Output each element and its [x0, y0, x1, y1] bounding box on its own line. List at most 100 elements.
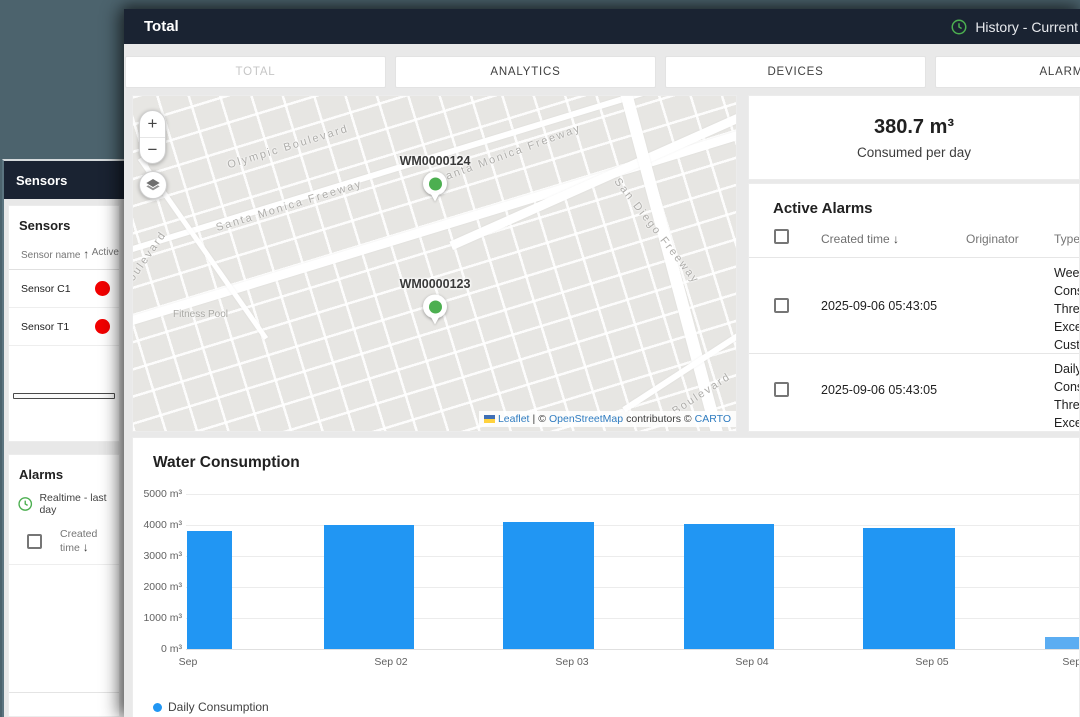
- tab-total[interactable]: TOTAL: [125, 56, 386, 88]
- marker-status-green: [428, 177, 442, 190]
- tab-analytics[interactable]: ANALYTICS: [395, 56, 656, 88]
- time-window-button[interactable]: History - Current: [950, 18, 1080, 36]
- layers-icon: [146, 179, 160, 191]
- sensors-window: Sensors Sensors Sensor name ↑ Active Sen…: [2, 159, 124, 717]
- poi-label-fitness-pool: Fitness Pool: [173, 309, 229, 320]
- originator-column-header[interactable]: Originator: [966, 232, 1019, 246]
- consumed-per-day-widget: 380.7 m³ Consumed per day: [748, 95, 1080, 180]
- tab-devices[interactable]: DEVICES: [665, 56, 926, 88]
- divider: [9, 692, 119, 693]
- chart-title: Water Consumption: [153, 454, 300, 471]
- x-tick-label: Sep 04: [735, 656, 769, 668]
- x-tick-label: Sep 05: [915, 656, 949, 668]
- sensor-rows: Sensor C1 Sensor T1: [9, 270, 119, 346]
- sensor-name: Sensor C1: [21, 282, 71, 295]
- street-label-boulevard-left: Boulevard: [132, 228, 170, 292]
- sensor-row[interactable]: Sensor T1: [9, 308, 119, 346]
- marker-label: WM0000124: [399, 154, 471, 168]
- marker-status-green: [428, 300, 442, 313]
- time-window-label: History - Current: [975, 18, 1078, 35]
- created-time-column-header[interactable]: Created time ↓: [60, 528, 119, 554]
- alarm-type: WeeklyConsumptionThresholdExceededCustom: [1054, 266, 1080, 352]
- sensor-name-column-header[interactable]: Sensor name ↑: [21, 247, 92, 261]
- created-time-column-header[interactable]: Created time ↓: [821, 232, 899, 246]
- horizontal-scrollbar[interactable]: [13, 393, 115, 399]
- map-layers-button[interactable]: [139, 171, 167, 199]
- alarm-created-time: 2025-09-06 05:43:05: [821, 299, 938, 313]
- realtime-range-label: Realtime - last day: [39, 492, 107, 516]
- map-widget[interactable]: Olympic Boulevard Santa Monica Freeway S…: [132, 95, 737, 432]
- sensors-card: Sensors Sensor name ↑ Active Sensor C1 Se…: [8, 205, 120, 442]
- water-consumption-widget: Water Consumption 5000 m³ 4000 m³ 3000 m³ 2…: [132, 437, 1080, 717]
- leaflet-link[interactable]: Leaflet: [498, 413, 530, 425]
- consumed-label: Consumed per day: [856, 144, 972, 160]
- zoom-in-button[interactable]: +: [140, 111, 165, 138]
- legend-label: Daily Consumption: [168, 700, 269, 714]
- chart-bar[interactable]: [684, 524, 774, 649]
- chart-bar[interactable]: [324, 525, 414, 649]
- consumed-value: 380.7 m³: [873, 115, 955, 138]
- x-tick-label: Sep: [178, 656, 198, 668]
- select-all-checkbox[interactable]: [774, 229, 789, 244]
- chart-bar[interactable]: [503, 521, 594, 649]
- select-all-checkbox[interactable]: [27, 533, 42, 549]
- y-tick-label: 2000 m³: [143, 581, 182, 593]
- street-label-olympic: Olympic Boulevard: [226, 122, 351, 172]
- sensor-active-status-icon: [95, 319, 110, 334]
- map-marker-wm0000124[interactable]: [423, 171, 447, 203]
- y-tick-label: 0 m³: [161, 643, 182, 655]
- type-column-header[interactable]: Type: [1054, 232, 1079, 246]
- x-tick-label: Sep 06: [1062, 656, 1080, 668]
- dashboard-window: Total History - Current TOTAL ANALYTICS DE…: [124, 9, 1080, 717]
- chart-bar[interactable]: [1045, 637, 1079, 649]
- dashboard-title: Total: [144, 18, 179, 35]
- alarm-row[interactable]: 2025-09-06 05:43:05 WeeklyConsumptionThre…: [749, 257, 1079, 353]
- map-marker-wm0000123[interactable]: [423, 294, 447, 326]
- chart-bar[interactable]: [187, 531, 232, 649]
- map-attribution: Leaflet | © OpenStreetMap contributors ©…: [478, 411, 736, 427]
- carto-link[interactable]: CARTO: [695, 413, 731, 425]
- sort-desc-icon: ↓: [82, 540, 89, 554]
- alarm-row[interactable]: 2025-09-06 05:43:05 DailyConsumptionThres…: [749, 353, 1080, 431]
- contributors-text: contributors ©: [626, 413, 692, 425]
- alarm-row-checkbox[interactable]: [774, 382, 789, 397]
- sensors-window-title: Sensors: [16, 172, 68, 188]
- tab-alarms[interactable]: ALARMS: [935, 56, 1080, 88]
- sensors-card-title: Sensors: [19, 218, 71, 233]
- sensors-table-header: Sensor name ↑ Active: [9, 233, 119, 270]
- osm-link[interactable]: OpenStreetMap: [549, 413, 623, 425]
- active-column-header[interactable]: Active: [92, 247, 119, 261]
- x-tick-label: Sep 03: [555, 656, 589, 668]
- chart-bar[interactable]: [863, 528, 955, 649]
- realtime-range[interactable]: Realtime - last day: [9, 482, 119, 516]
- alarm-type: DailyConsumptionThresholdExceeded: [1054, 362, 1080, 430]
- alarm-row-checkbox[interactable]: [774, 298, 789, 313]
- sort-desc-icon: ↓: [893, 232, 900, 246]
- marker-label: WM0000123: [399, 277, 471, 291]
- attribution-separator: |: [532, 413, 536, 425]
- map-zoom-control: + −: [139, 110, 166, 164]
- sort-asc-icon: ↑: [83, 247, 90, 261]
- desktop: { "colors": { "header_bg": "#1a2332", "a…: [0, 0, 1080, 717]
- y-tick-label: 4000 m³: [143, 519, 182, 531]
- legend-daily-consumption[interactable]: Daily Consumption: [153, 700, 269, 714]
- street-label-santa-monica: Santa Monica Freeway: [214, 177, 364, 235]
- clock-icon: [18, 497, 33, 511]
- zoom-out-button[interactable]: −: [140, 138, 165, 164]
- gridline: [186, 525, 1079, 526]
- active-alarms-title: Active Alarms: [773, 200, 873, 217]
- left-alarms-title: Alarms: [19, 467, 64, 482]
- gridline: [186, 649, 1079, 650]
- road-freeway: [449, 96, 736, 251]
- sensors-window-titlebar[interactable]: Sensors: [4, 161, 124, 199]
- y-tick-label: 1000 m³: [143, 612, 182, 624]
- sensor-row[interactable]: Sensor C1: [9, 270, 119, 308]
- gridline: [186, 494, 1079, 495]
- dashboard-titlebar: Total History - Current: [124, 9, 1080, 44]
- clock-icon: [951, 19, 967, 34]
- sensor-active-status-icon: [95, 281, 110, 296]
- y-tick-label: 5000 m³: [143, 488, 182, 500]
- dashboard-state-tabs: TOTAL ANALYTICS DEVICES ALARMS: [125, 56, 1080, 88]
- x-tick-label: Sep 02: [374, 656, 408, 668]
- left-alarms-table-header: Created time ↓: [9, 516, 119, 565]
